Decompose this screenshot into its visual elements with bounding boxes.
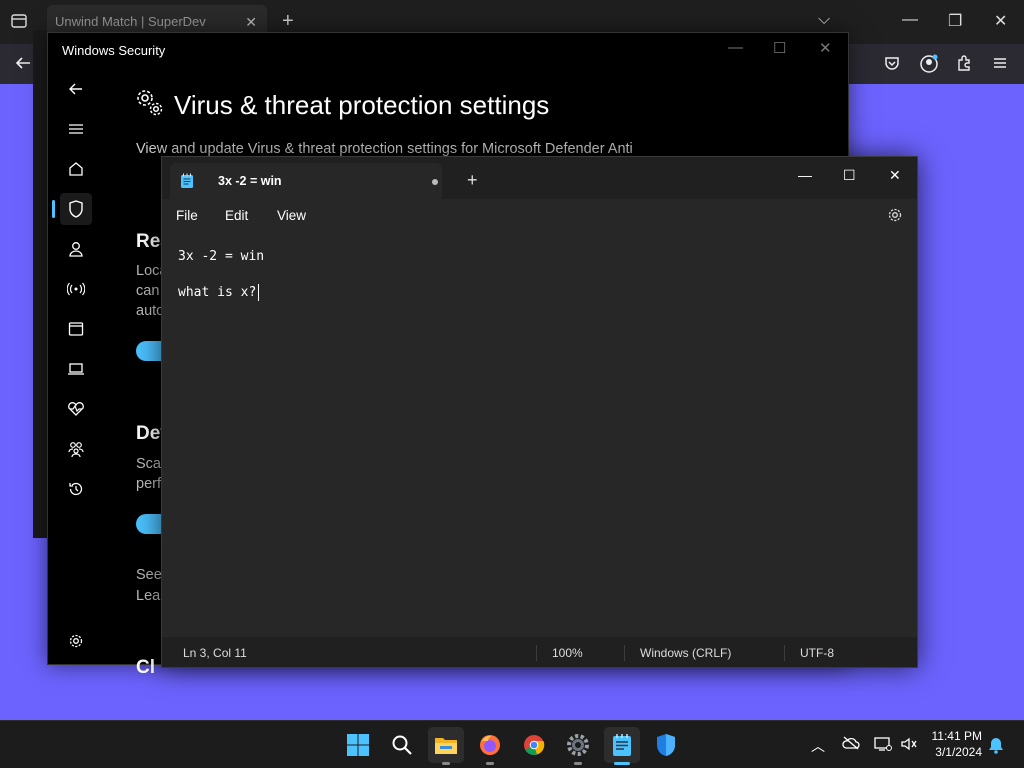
health-icon[interactable] [60, 393, 92, 425]
browser-maximize-button[interactable]: ❐ [948, 11, 962, 31]
browser-close-button[interactable]: ✕ [994, 11, 1007, 31]
volume-muted-icon[interactable] [900, 736, 918, 755]
home-icon[interactable] [60, 153, 92, 185]
real-time-desc-line: can [136, 283, 160, 299]
notepad-maximize-button[interactable]: ☐ [843, 167, 856, 184]
see-more-link[interactable]: See [136, 567, 162, 583]
browser-tab-list-icon[interactable] [10, 12, 28, 35]
clock-date: 3/1/2024 [935, 745, 982, 759]
windows-start-icon[interactable] [340, 727, 376, 763]
notepad-minimize-button[interactable]: — [798, 167, 812, 183]
text-line-1: 3x -2 = win [178, 249, 265, 264]
window-shadow-edge [33, 30, 47, 538]
menu-file[interactable]: File [176, 208, 198, 223]
menu-icon[interactable] [991, 54, 1009, 77]
menu-view[interactable]: View [277, 208, 306, 223]
status-separator [624, 645, 625, 661]
browser-new-tab-button[interactable]: + [282, 10, 294, 33]
status-separator [536, 645, 537, 661]
pocket-icon[interactable] [883, 54, 901, 77]
gears-icon [136, 89, 164, 122]
text-line-2: what is x? [178, 285, 257, 300]
settings-icon[interactable] [60, 625, 92, 657]
security-minimize-button[interactable]: — [728, 39, 743, 56]
history-icon[interactable] [60, 473, 92, 505]
show-hidden-icons-chevron[interactable]: ︿ [811, 736, 825, 756]
device-icon[interactable] [60, 353, 92, 385]
notepad-settings-icon[interactable] [887, 207, 903, 228]
notepad-status-bar: Ln 3, Col 11 100% Windows (CRLF) UTF-8 [162, 637, 917, 667]
shield-icon[interactable] [60, 193, 92, 225]
menu-icon[interactable] [60, 113, 92, 145]
browser-tab-dropdown-icon[interactable]: ⌵ [818, 11, 830, 29]
status-cursor-position: Ln 3, Col 11 [183, 646, 247, 660]
security-maximize-button[interactable]: ☐ [773, 39, 786, 57]
notepad-window: 3x -2 = win + — ☐ ✕ File Edit View 3x -2… [161, 156, 918, 668]
system-clock[interactable]: 11:41 PM 3/1/2024 [932, 728, 982, 760]
browser-tab-title: Unwind Match | SuperDev [55, 14, 206, 29]
status-line-ending[interactable]: Windows (CRLF) [640, 646, 731, 660]
new-tab-button[interactable]: + [467, 170, 478, 191]
active-indicator [614, 762, 630, 765]
search-icon[interactable] [384, 727, 420, 763]
notepad-title-bar: 3x -2 = win + — ☐ ✕ [162, 157, 917, 199]
back-arrow-icon[interactable] [14, 54, 32, 77]
windows-security-title: Windows Security [62, 43, 166, 58]
running-indicator [486, 762, 494, 765]
page-title-text: Virus & threat protection settings [174, 90, 550, 120]
chrome-icon[interactable] [516, 727, 552, 763]
notepad-close-button[interactable]: ✕ [889, 167, 901, 184]
app-browser-icon[interactable] [60, 313, 92, 345]
account-icon[interactable] [60, 233, 92, 265]
running-indicator [574, 762, 582, 765]
extensions-icon[interactable] [955, 54, 973, 77]
windows-security-icon[interactable] [648, 727, 684, 763]
clock-time: 11:41 PM [931, 729, 982, 743]
page-title: Virus & threat protection settings [136, 89, 549, 122]
menu-edit[interactable]: Edit [225, 208, 248, 223]
onedrive-offline-icon[interactable] [842, 736, 860, 753]
notepad-tab[interactable]: 3x -2 = win [170, 163, 442, 199]
real-time-desc-line: auto [136, 303, 165, 319]
network-icon[interactable] [874, 736, 892, 755]
browser-minimize-button[interactable]: — [902, 11, 918, 29]
notepad-menu-bar: File Edit View [162, 199, 917, 233]
nav-active-indicator [52, 200, 55, 218]
settings-icon[interactable] [560, 727, 596, 765]
family-icon[interactable] [60, 433, 92, 465]
notepad-icon [180, 173, 194, 194]
firefox-icon[interactable] [472, 727, 508, 765]
cloud-protection-heading: Cl [136, 657, 155, 678]
account-icon[interactable] [919, 54, 939, 79]
status-encoding[interactable]: UTF-8 [800, 646, 834, 660]
status-separator [784, 645, 785, 661]
back-icon[interactable] [60, 73, 92, 105]
running-indicator [442, 762, 450, 765]
text-caret [258, 284, 259, 301]
wifi-icon[interactable] [60, 273, 92, 305]
notification-bell-icon[interactable] [988, 736, 1004, 757]
notepad-icon[interactable] [604, 727, 640, 765]
status-zoom[interactable]: 100% [552, 646, 583, 660]
taskbar: ︿ 11:41 PM 3/1/2024 [0, 720, 1024, 768]
dev-drive-desc-line: perf [136, 476, 161, 492]
unsaved-indicator[interactable] [432, 179, 438, 185]
notepad-text-area[interactable]: 3x -2 = win what is x? [162, 233, 917, 637]
security-close-button[interactable]: ✕ [819, 39, 832, 57]
file-explorer-icon[interactable] [428, 727, 464, 765]
notepad-tab-title: 3x -2 = win [218, 174, 282, 188]
